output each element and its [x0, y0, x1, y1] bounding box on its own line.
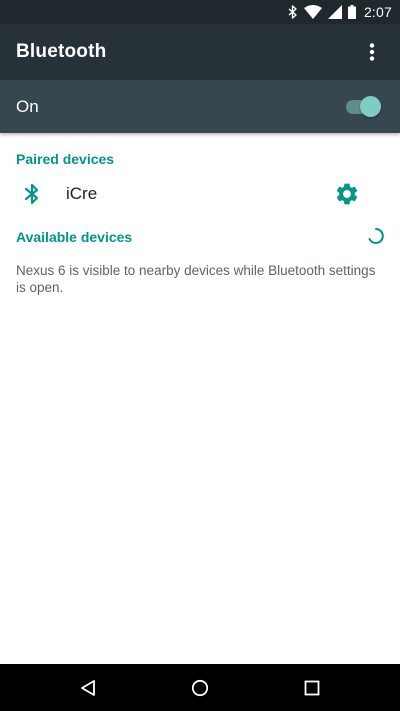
home-icon	[191, 679, 209, 696]
available-devices-header: Available devices	[16, 229, 133, 245]
status-bar: 2:07	[0, 0, 400, 24]
home-button[interactable]	[170, 664, 230, 711]
page-title: Bluetooth	[16, 41, 107, 62]
device-name: iCre	[66, 184, 98, 203]
more-vert-icon	[369, 43, 375, 61]
signal-icon	[327, 5, 342, 19]
toggle-thumb	[360, 96, 381, 117]
overflow-menu-button[interactable]	[352, 32, 392, 72]
gear-icon	[336, 183, 358, 205]
device-settings-button[interactable]	[334, 181, 360, 207]
scanning-spinner-icon	[367, 227, 385, 245]
bluetooth-toggle[interactable]	[346, 96, 382, 118]
navigation-bar	[0, 664, 400, 711]
wifi-icon	[303, 5, 322, 19]
bluetooth-settings-screen: 2:07 Bluetooth On Paired devices iCre Av…	[0, 0, 400, 711]
back-icon	[81, 679, 95, 696]
back-button[interactable]	[58, 664, 118, 711]
recents-button[interactable]	[282, 664, 342, 711]
status-time: 2:07	[363, 4, 392, 20]
app-toolbar: Bluetooth	[0, 24, 400, 80]
bluetooth-icon	[22, 182, 42, 206]
bluetooth-icon	[288, 5, 298, 19]
recents-icon	[304, 680, 320, 695]
visibility-info-text: Nexus 6 is visible to nearby devices whi…	[16, 263, 376, 295]
battery-icon	[347, 5, 356, 19]
switch-label: On	[16, 96, 39, 116]
paired-devices-header: Paired devices	[16, 151, 115, 167]
paired-device-row[interactable]: iCre	[0, 170, 400, 218]
bluetooth-master-switch-bar[interactable]: On	[0, 80, 400, 133]
